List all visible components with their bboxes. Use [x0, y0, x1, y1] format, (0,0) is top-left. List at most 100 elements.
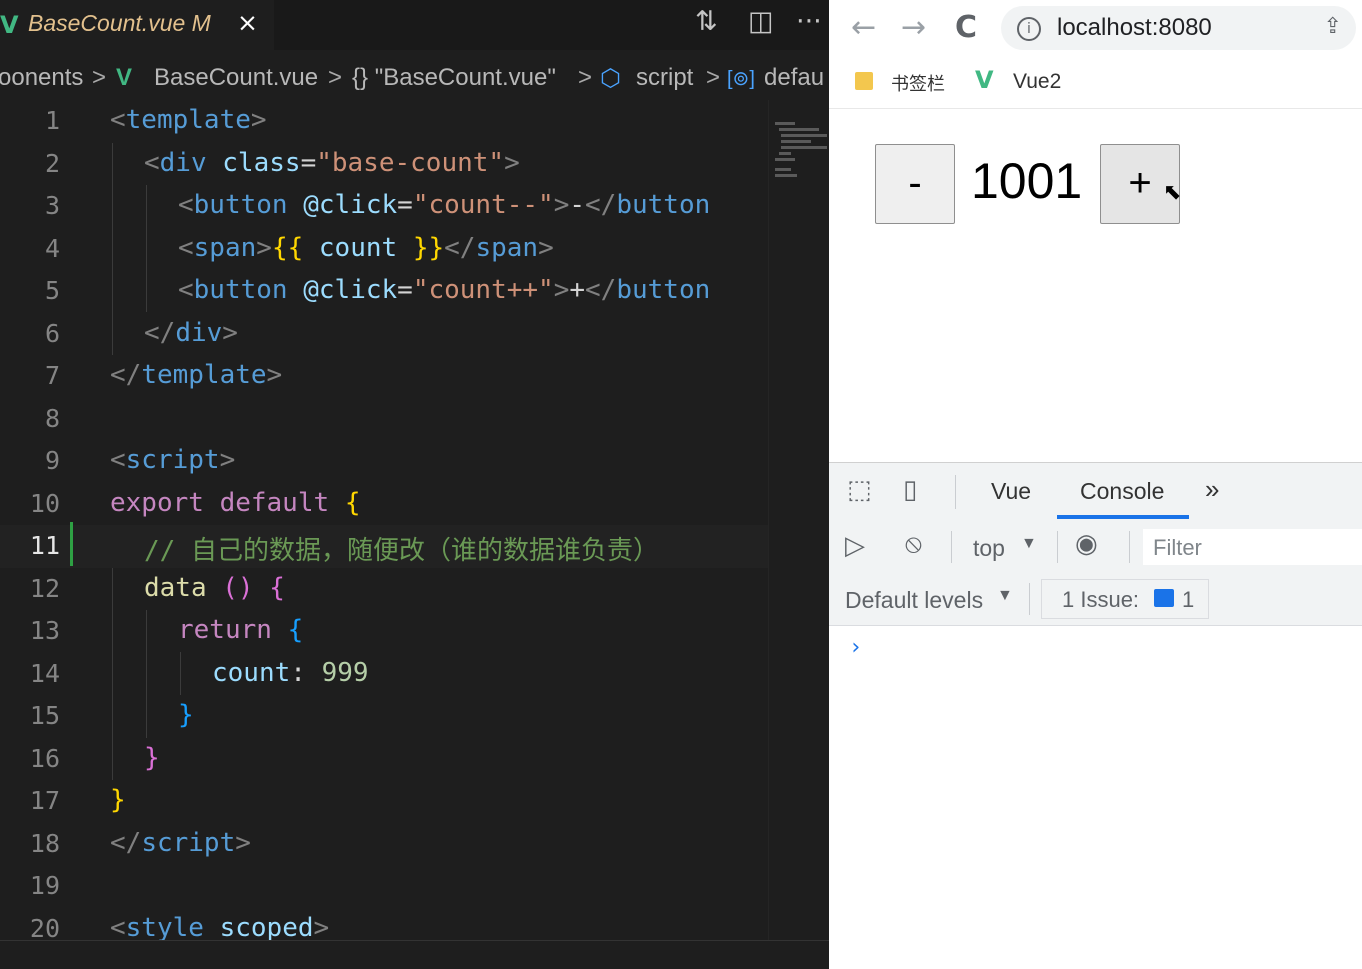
- line-number: 18: [29, 829, 60, 858]
- minimap[interactable]: [768, 100, 829, 960]
- breadcrumb-item-file[interactable]: BaseCount.vue: [154, 64, 318, 92]
- line-number: 9: [44, 446, 60, 475]
- eye-icon[interactable]: ◉: [1075, 529, 1098, 559]
- code-line: 13 return {: [0, 610, 768, 653]
- code-line: 7 </template>: [0, 355, 768, 398]
- code-editor: V BaseCount.vue M × ⇅ ◫ ··· oonents > V …: [0, 0, 829, 968]
- line-number: 15: [29, 701, 60, 730]
- breadcrumb-separator: >: [328, 64, 343, 91]
- issues-label: 1 Issue:: [1062, 587, 1140, 612]
- vue-logo-icon: V: [116, 64, 133, 91]
- filter-placeholder: Filter: [1153, 535, 1202, 560]
- breadcrumb-separator: >: [92, 64, 107, 91]
- line-number: 1: [44, 106, 60, 135]
- chevron-down-icon[interactable]: ▼: [997, 587, 1013, 605]
- code-text: <script>: [110, 445, 236, 475]
- bookmark-vue2[interactable]: Vue2: [1013, 70, 1061, 94]
- vue-file-icon: V: [0, 11, 19, 39]
- count-value: 1001: [971, 153, 1083, 209]
- code-text: return {: [178, 615, 304, 645]
- code-text: <div class="base-count">: [144, 148, 520, 178]
- code-line: 15 }: [0, 695, 768, 738]
- code-text: </div>: [144, 318, 238, 348]
- reload-icon[interactable]: C: [955, 10, 977, 45]
- more-tabs-icon[interactable]: »: [1205, 474, 1219, 505]
- breadcrumb-item-script[interactable]: script: [636, 64, 693, 92]
- code-text: <button @click="count--">-</button: [178, 190, 711, 220]
- code-line: 5 <button @click="count++">+</button: [0, 270, 768, 313]
- breadcrumb-item-module[interactable]: {} "BaseCount.vue": [352, 64, 556, 92]
- tab-title[interactable]: BaseCount.vue M: [28, 10, 211, 37]
- breadcrumb: oonents > V BaseCount.vue > {} "BaseCoun…: [0, 52, 829, 104]
- editor-tab-basecount[interactable]: V BaseCount.vue M ×: [0, 0, 274, 50]
- back-icon[interactable]: ←: [851, 10, 876, 45]
- tab-vue[interactable]: Vue: [991, 478, 1031, 505]
- code-line: 1 <template>: [0, 100, 768, 143]
- line-number: 12: [29, 574, 60, 603]
- code-line: 12 data () {: [0, 568, 768, 611]
- console-prompt[interactable]: ›: [849, 635, 862, 660]
- context-selector[interactable]: top: [973, 535, 1005, 562]
- device-toolbar-icon[interactable]: ▯: [903, 475, 917, 505]
- code-text: }: [178, 700, 194, 730]
- breadcrumb-item-components[interactable]: oonents: [0, 64, 83, 92]
- code-line: 2 <div class="base-count">: [0, 143, 768, 186]
- console-toolbar-levels: Default levels ▼ 1 Issue: 1: [829, 573, 1362, 626]
- code-line: 14 count: 999: [0, 653, 768, 696]
- browser-toolbar: ← → C i localhost:8080 ⇪: [829, 0, 1362, 58]
- inspect-element-icon[interactable]: ⬚: [847, 475, 872, 505]
- script-symbol-icon: ⬡: [600, 65, 621, 92]
- clear-console-icon[interactable]: ⦸: [905, 529, 922, 560]
- chevron-down-icon[interactable]: ▼: [1021, 535, 1037, 553]
- code-line: 8: [0, 398, 768, 441]
- decrement-button[interactable]: -: [875, 144, 955, 224]
- line-number: 3: [44, 191, 60, 220]
- code-text: export default {: [110, 488, 361, 518]
- browser-window: ← → C i localhost:8080 ⇪ 书签栏 V Vue2 - 10…: [829, 0, 1362, 969]
- code-line: 17 }: [0, 780, 768, 823]
- line-number: 2: [44, 149, 60, 178]
- line-number: 4: [44, 234, 60, 263]
- line-number: 17: [29, 786, 60, 815]
- issues-button[interactable]: 1 Issue: 1: [1041, 579, 1209, 619]
- code-text: }: [110, 785, 126, 815]
- sidebar-toggle-icon[interactable]: ▷: [845, 531, 865, 561]
- line-number: 16: [29, 744, 60, 773]
- active-tab-indicator: [1057, 515, 1189, 519]
- code-text: data () {: [144, 573, 285, 603]
- close-icon[interactable]: ×: [237, 8, 258, 37]
- tab-console[interactable]: Console: [1080, 478, 1164, 505]
- forward-icon[interactable]: →: [901, 10, 926, 45]
- code-text: </template>: [110, 360, 283, 390]
- site-info-icon[interactable]: i: [1017, 17, 1041, 41]
- log-levels-dropdown[interactable]: Default levels: [845, 587, 983, 614]
- line-number: 20: [29, 914, 60, 943]
- split-editor-icon[interactable]: ◫: [748, 6, 774, 37]
- code-text: <style scoped>: [110, 913, 330, 943]
- url-text[interactable]: localhost:8080: [1057, 14, 1212, 42]
- address-bar[interactable]: i localhost:8080 ⇪: [1001, 6, 1356, 50]
- code-text: <template>: [110, 105, 267, 135]
- compare-changes-icon[interactable]: ⇅: [695, 6, 718, 37]
- variable-symbol-icon: [⊚]: [727, 68, 755, 90]
- console-toolbar: ▷ ⦸ top ▼ ◉ Filter: [829, 521, 1362, 574]
- folder-icon: [855, 72, 873, 90]
- more-actions-icon[interactable]: ···: [796, 6, 822, 37]
- devtools-panel: ⬚ ▯ Vue Console » ▷ ⦸ top ▼ ◉ Filter Def…: [829, 462, 1362, 969]
- share-icon[interactable]: ⇪: [1324, 14, 1342, 39]
- breadcrumb-item-default[interactable]: defau: [764, 64, 824, 92]
- devtools-tab-bar: ⬚ ▯ Vue Console »: [829, 463, 1362, 522]
- line-number: 5: [44, 276, 60, 305]
- code-text: <span>{{ count }}</span>: [178, 233, 554, 263]
- code-text: }: [144, 743, 160, 773]
- code-text: </script>: [110, 828, 251, 858]
- code-line: 3 <button @click="count--">-</button: [0, 185, 768, 228]
- editor-tab-bar: V BaseCount.vue M × ⇅ ◫ ···: [0, 0, 829, 50]
- code-line: 10 export default {: [0, 483, 768, 526]
- line-number: 6: [44, 319, 60, 348]
- mouse-cursor-icon: ⬉: [1163, 180, 1182, 205]
- filter-input[interactable]: Filter: [1143, 529, 1362, 565]
- code-line: 19: [0, 865, 768, 908]
- vue-logo-icon: V: [975, 66, 994, 94]
- bookmark-folder[interactable]: 书签栏: [891, 70, 945, 96]
